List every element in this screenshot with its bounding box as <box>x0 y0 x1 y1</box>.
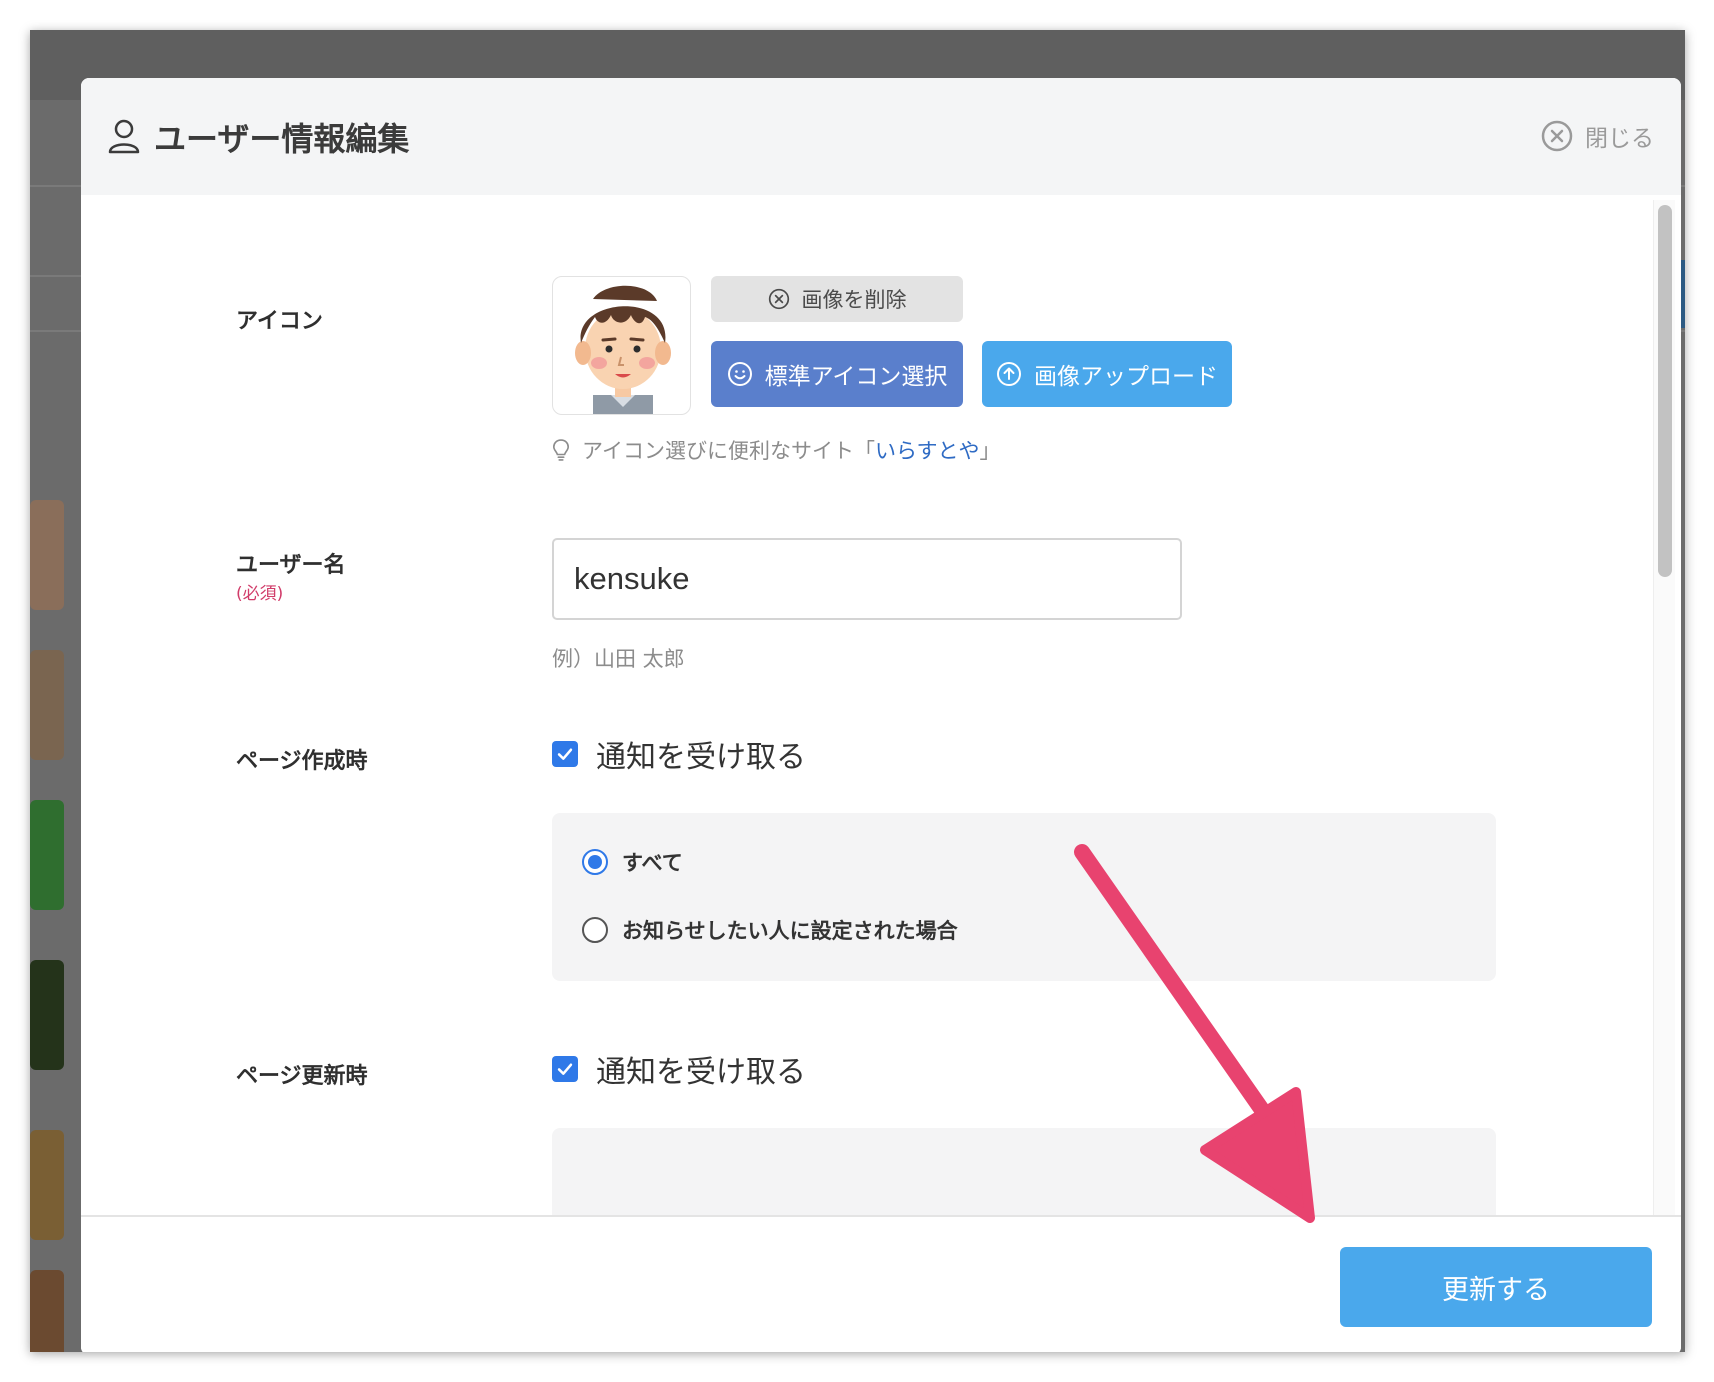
page-update-notify-checkbox[interactable]: 通知を受け取る <box>552 1047 806 1091</box>
background-avatar <box>30 500 64 610</box>
upload-image-label: 画像アップロード <box>1034 364 1218 390</box>
page-update-notify-label: 通知を受け取る <box>596 1055 806 1090</box>
username-input[interactable] <box>552 538 1182 620</box>
lightbulb-icon <box>552 439 570 461</box>
page-create-notify-checkbox[interactable]: 通知を受け取る <box>552 732 806 776</box>
radio-option-mentioned[interactable]: お知らせしたい人に設定された場合 <box>582 915 958 945</box>
close-label: 閉じる <box>1585 126 1654 152</box>
radio-button[interactable] <box>582 917 608 943</box>
modal-body: アイコン 画像を削除 標準アイコン選択 画像アップロード アイコン選びに便利なサ… <box>81 195 1681 1215</box>
checkbox-checked[interactable] <box>552 1056 578 1082</box>
check-icon <box>557 1063 573 1075</box>
background-thumbnail <box>30 1270 64 1352</box>
hint-text-close: 」 <box>979 439 1001 463</box>
icon-hint: アイコン選びに便利なサイト「 いらすとや」 <box>552 435 1001 465</box>
page-update-label: ページ更新時 <box>236 1064 368 1089</box>
standard-icon-label: 標準アイコン選択 <box>764 364 948 390</box>
modal-header: ユーザー情報編集 閉じる <box>81 78 1681 195</box>
hint-text: アイコン選びに便利なサイト「 <box>582 439 875 463</box>
required-marker: (必須) <box>236 584 284 604</box>
modal-footer: 更新する <box>81 1215 1681 1352</box>
delete-image-button[interactable]: 画像を削除 <box>711 276 963 322</box>
app-window: ユーザー情報編集 閉じる アイコン 画像を削除 標準アイコン選択 画像アップロー… <box>30 30 1685 1352</box>
background-avatar <box>30 650 64 760</box>
radio-button-checked[interactable] <box>582 849 608 875</box>
smile-icon <box>727 362 752 386</box>
page-create-options: すべて お知らせしたい人に設定された場合 <box>552 813 1496 981</box>
background-thumbnail <box>30 960 64 1070</box>
user-edit-modal: ユーザー情報編集 閉じる アイコン 画像を削除 標準アイコン選択 画像アップロー… <box>81 78 1681 1352</box>
upload-image-button[interactable]: 画像アップロード <box>982 341 1232 407</box>
username-label: ユーザー名 <box>236 553 346 578</box>
delete-image-label: 画像を削除 <box>801 288 907 312</box>
avatar-illustration <box>575 285 671 414</box>
username-example: 例）山田 太郎 <box>552 647 685 671</box>
radio-option-all[interactable]: すべて <box>582 847 683 877</box>
irasutoya-link[interactable]: いらすとや <box>875 435 980 465</box>
close-circle-icon <box>768 288 789 310</box>
check-icon <box>557 748 573 760</box>
close-circle-icon <box>1541 120 1573 152</box>
page-create-label: ページ作成時 <box>236 749 368 774</box>
radio-option-mentioned-label: お知らせしたい人に設定された場合 <box>622 919 958 943</box>
upload-arrow-icon <box>997 362 1021 386</box>
background-thumbnail <box>30 1130 64 1240</box>
update-button[interactable]: 更新する <box>1340 1247 1652 1327</box>
icon-label: アイコン <box>236 309 323 334</box>
user-icon <box>108 119 140 154</box>
checkbox-checked[interactable] <box>552 741 578 767</box>
avatar <box>552 276 691 415</box>
radio-option-all-label: すべて <box>622 851 683 875</box>
close-button[interactable]: 閉じる <box>1541 118 1654 154</box>
standard-icon-button[interactable]: 標準アイコン選択 <box>711 341 963 407</box>
scrollbar-thumb[interactable] <box>1658 205 1672 577</box>
background-thumbnail <box>30 800 64 910</box>
page-update-options <box>552 1128 1496 1215</box>
modal-title: ユーザー情報編集 <box>154 121 410 157</box>
page-create-notify-label: 通知を受け取る <box>596 740 806 775</box>
